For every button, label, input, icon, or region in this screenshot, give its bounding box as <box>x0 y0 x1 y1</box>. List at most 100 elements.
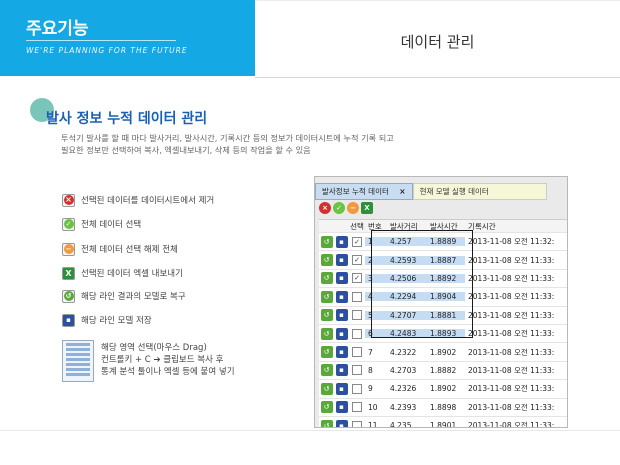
save-icon[interactable]: ▪ <box>335 364 348 377</box>
cell-time: 1.8898 <box>430 402 457 412</box>
row-checkbox[interactable] <box>352 347 362 358</box>
save-icon[interactable]: ▪ <box>335 327 348 340</box>
table-row[interactable]: ↺ ▪ 4 4.2294 1.8904 2013-11-08 오전 11:33: <box>319 288 567 307</box>
table-row[interactable]: ↺ ▪ 7 4.2322 1.8902 2013-11-08 오전 11:33: <box>319 343 567 362</box>
legend-label: 해당 라인 결과의 모델로 복구 <box>81 292 186 302</box>
restore-icon[interactable]: ↺ <box>320 382 333 395</box>
tab-bar: 발사정보 누적 데이터 × 현재 모델 실행 데이터 <box>315 183 547 200</box>
tab-label: 발사정보 누적 데이터 <box>322 187 389 196</box>
cell-record-time: 2013-11-08 오전 11:33: <box>468 365 555 375</box>
row-checkbox[interactable] <box>352 310 362 321</box>
restore-icon[interactable]: ↺ <box>320 254 333 267</box>
restore-icon[interactable]: ↺ <box>320 401 333 414</box>
data-grid: 선택 번호 발사거리 발사시간 기록시간 ↺ ▪ ✓ 1 4.257 1.8889 2013… <box>319 219 567 428</box>
row-checkbox[interactable]: ✓ <box>352 255 362 266</box>
cell-record-time: 2013-11-08 오전 11:33: <box>468 292 555 302</box>
select-all-icon: ✓ <box>62 217 75 231</box>
cell-distance: 4.2294 <box>387 292 427 302</box>
save-icon[interactable]: ▪ <box>335 419 348 427</box>
cell-record-time: 2013-11-08 오전 11:32: <box>468 237 555 247</box>
drag-line: 통계 분석 툴이나 엑셀 등에 붙여 넣기 <box>101 367 235 377</box>
row-checkbox[interactable] <box>352 365 362 376</box>
cell-record-time: 2013-11-08 오전 11:33: <box>468 421 555 428</box>
excel-export-button[interactable]: X <box>361 202 373 214</box>
restore-icon[interactable]: ↺ <box>320 272 333 285</box>
tab-launch-data[interactable]: 발사정보 누적 데이터 × <box>315 183 413 200</box>
drag-line: 컨트롤키 + C ➔ 클립보드 복사 후 <box>101 355 224 365</box>
header-title: 주요기능 <box>26 19 89 39</box>
cell-time: 1.8882 <box>430 365 457 375</box>
cell-distance: 4.2707 <box>387 310 427 320</box>
cell-distance: 4.2593 <box>387 255 427 265</box>
restore-icon[interactable]: ↺ <box>320 364 333 377</box>
grid-header-row: 선택 번호 발사거리 발사시간 기록시간 <box>319 220 567 233</box>
cell-no: 8 <box>368 365 373 375</box>
restore-icon: ↺ <box>62 289 75 303</box>
save-icon[interactable]: ▪ <box>335 401 348 414</box>
row-checkbox[interactable] <box>352 383 362 394</box>
table-row[interactable]: ↺ ▪ 6 4.2483 1.8893 2013-11-08 오전 11:33: <box>319 325 567 344</box>
deselect-all-button[interactable]: − <box>347 202 359 214</box>
column-header: 발사거리 <box>390 221 418 231</box>
table-row[interactable]: ↺ ▪ ✓ 2 4.2593 1.8887 2013-11-08 오전 11:33: <box>319 251 567 270</box>
description-line: 필요한 정보만 선택하여 복사, 엑셀내보내기, 삭제 등의 작업을 할 수 있… <box>61 145 311 155</box>
legend-item-deselect-all: − 전체 데이터 선택 해제 전체 <box>62 241 178 257</box>
legend-item-restore: ↺ 해당 라인 결과의 모델로 복구 <box>62 288 186 304</box>
cell-no: 3 <box>365 273 387 283</box>
cell-no: 4 <box>365 292 387 302</box>
save-icon[interactable]: ▪ <box>335 272 348 285</box>
table-row[interactable]: ↺ ▪ 10 4.2393 1.8898 2013-11-08 오전 11:33: <box>319 399 567 417</box>
legend-label: 전체 데이터 선택 <box>81 220 142 230</box>
page-title: 발사 정보 누적 데이터 관리 <box>46 111 208 127</box>
restore-icon[interactable]: ↺ <box>320 235 333 248</box>
cell-distance: 4.2506 <box>387 273 427 283</box>
cell-record-time: 2013-11-08 오전 11:33: <box>468 384 555 394</box>
cell-time: 1.8887 <box>427 255 465 265</box>
cell-distance: 4.2483 <box>387 329 427 339</box>
restore-icon[interactable]: ↺ <box>320 290 333 303</box>
close-icon[interactable]: × <box>399 187 405 196</box>
cell-no: 1 <box>365 237 387 247</box>
table-row[interactable]: ↺ ▪ ✓ 1 4.257 1.8889 2013-11-08 오전 11:32: <box>319 233 567 252</box>
table-row[interactable]: ↺ ▪ 8 4.2703 1.8882 2013-11-08 오전 11:33: <box>319 362 567 381</box>
header-section: 데이터 관리 <box>255 0 620 78</box>
save-icon[interactable]: ▪ <box>335 382 348 395</box>
legend-label: 전체 데이터 선택 해제 전체 <box>81 245 178 255</box>
column-header: 선택 <box>350 221 364 231</box>
row-checkbox[interactable]: ✓ <box>352 236 362 247</box>
cell-time: 1.8904 <box>427 292 465 302</box>
row-checkbox[interactable] <box>352 420 362 427</box>
row-checkbox[interactable] <box>352 291 362 302</box>
cell-distance: 4.235 <box>390 421 412 428</box>
cell-record-time: 2013-11-08 오전 11:33: <box>468 255 555 265</box>
select-all-button[interactable]: ✓ <box>333 202 345 214</box>
tab-current-model[interactable]: 현재 모델 실행 데이터 <box>412 183 547 200</box>
table-row[interactable]: ↺ ▪ 5 4.2707 1.8881 2013-11-08 오전 11:33: <box>319 307 567 325</box>
save-icon[interactable]: ▪ <box>335 235 348 248</box>
restore-icon[interactable]: ↺ <box>320 346 333 359</box>
table-row[interactable]: ↺ ▪ 9 4.2326 1.8902 2013-11-08 오전 11:33: <box>319 380 567 399</box>
cell-distance: 4.257 <box>387 237 427 247</box>
restore-icon[interactable]: ↺ <box>320 419 333 427</box>
delete-button[interactable]: × <box>319 202 331 214</box>
save-icon[interactable]: ▪ <box>335 346 348 359</box>
cell-record-time: 2013-11-08 오전 11:33: <box>468 347 555 357</box>
save-icon[interactable]: ▪ <box>335 254 348 267</box>
row-checkbox[interactable] <box>352 402 362 413</box>
cell-record-time: 2013-11-08 오전 11:33: <box>468 310 555 320</box>
cell-time: 1.8893 <box>427 329 465 339</box>
row-checkbox[interactable]: ✓ <box>352 273 362 284</box>
row-checkbox[interactable] <box>352 328 362 339</box>
page-description: 투석기 발사를 할 때 마다 발사거리, 발사시간, 기록시간 등의 정보가 데… <box>61 132 491 156</box>
restore-icon[interactable]: ↺ <box>320 327 333 340</box>
save-icon[interactable]: ▪ <box>335 309 348 322</box>
save-icon[interactable]: ▪ <box>335 290 348 303</box>
column-header: 번호 <box>368 221 382 231</box>
legend-item-excel: X 선택된 데이터 엑셀 내보내기 <box>62 265 183 281</box>
restore-icon[interactable]: ↺ <box>320 309 333 322</box>
cell-no: 9 <box>368 384 373 394</box>
cell-distance: 4.2703 <box>390 365 417 375</box>
cell-time: 1.8902 <box>430 347 457 357</box>
table-row[interactable]: ↺ ▪ ✓ 3 4.2506 1.8892 2013-11-08 오전 11:33: <box>319 270 567 289</box>
table-row[interactable]: ↺ ▪ 11 4.235 1.8901 2013-11-08 오전 11:33: <box>319 417 567 428</box>
